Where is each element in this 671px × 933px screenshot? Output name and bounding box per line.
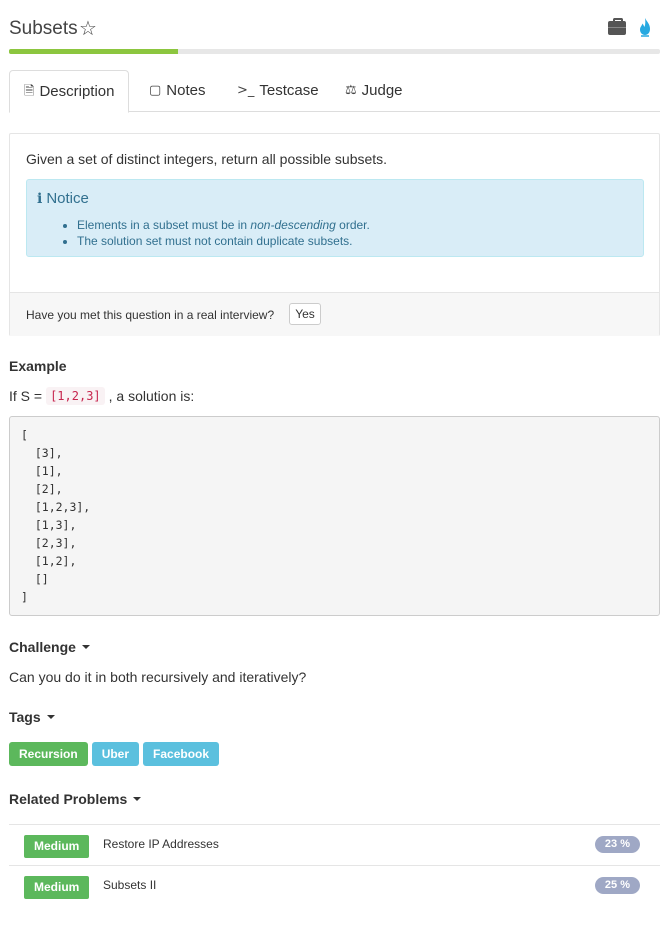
example-heading: Example [9, 358, 67, 374]
related-problem-link[interactable]: Restore IP Addresses [103, 837, 219, 851]
notice-title: Notice [46, 190, 89, 207]
tab-bar: 🗎 Description ▢ Notes >_ Testcase ⚖ Judg… [9, 70, 660, 113]
interview-question: Have you met this question in a real int… [26, 308, 275, 322]
tab-testcase[interactable]: >_ Testcase [237, 70, 319, 112]
tag-uber[interactable]: Uber [91, 742, 140, 766]
problem-title: Subsets [9, 18, 78, 39]
related-problem-link[interactable]: Subsets II [103, 878, 156, 892]
interview-footer: Have you met this question in a real int… [10, 292, 659, 336]
caret-down-icon[interactable] [46, 715, 55, 719]
challenge-text: Can you do it in both recursively and it… [9, 669, 307, 685]
tags-heading[interactable]: Tags [9, 709, 55, 725]
difficulty-badge: Medium [24, 835, 90, 858]
tab-notes[interactable]: ▢ Notes [149, 70, 205, 112]
difficulty-badge: Medium [24, 876, 90, 899]
info-icon: i [37, 190, 43, 207]
caret-down-icon[interactable] [133, 797, 142, 801]
scale-icon: ⚖ [345, 83, 357, 98]
progress-fill [9, 49, 179, 54]
problem-statement: Given a set of distinct integers, return… [26, 151, 388, 167]
tag-facebook[interactable]: Facebook [143, 742, 220, 766]
tag-recursion[interactable]: Recursion [9, 742, 88, 766]
tab-description[interactable]: 🗎 Description [9, 70, 130, 113]
tab-label: Notes [166, 82, 206, 99]
notice-header: i Notice [37, 190, 89, 207]
related-row: Medium Subsets II 25 % [9, 865, 660, 906]
description-card: Given a set of distinct integers, return… [9, 133, 660, 336]
related-row: Medium Restore IP Addresses 23 % [9, 824, 660, 865]
tag-list: Recursion Uber Facebook [9, 742, 220, 766]
acceptance-rate-badge: 23 % [594, 836, 640, 853]
note-icon: ▢ [149, 83, 162, 98]
flame-icon[interactable] [638, 17, 652, 37]
notice-item: The solution set must not contain duplic… [77, 233, 370, 249]
caret-down-icon[interactable] [81, 645, 90, 649]
related-heading[interactable]: Related Problems [9, 791, 142, 807]
tab-label: Description [39, 82, 115, 100]
document-icon: 🗎 [24, 83, 35, 99]
tab-label: Testcase [259, 82, 319, 99]
notice-list: Elements in a subset must be in non-desc… [77, 217, 370, 249]
tab-judge[interactable]: ⚖ Judge [345, 70, 403, 112]
example-set-code: [1,2,3] [46, 387, 105, 405]
progress-bar [9, 49, 660, 54]
notice-box: i Notice Elements in a subset must be in… [26, 179, 644, 257]
terminal-icon: >_ [237, 83, 255, 98]
tab-label: Judge [361, 82, 403, 99]
yes-button[interactable]: Yes [289, 303, 321, 325]
briefcase-icon[interactable] [608, 18, 626, 35]
example-code-block: [ [3], [1], [2], [1,2,3], [1,3], [2,3], … [9, 416, 660, 616]
example-intro: If S = [1,2,3] , a solution is: [9, 387, 195, 405]
star-icon[interactable]: ☆ [79, 17, 97, 41]
challenge-heading[interactable]: Challenge [9, 639, 90, 655]
acceptance-rate-badge: 25 % [594, 877, 640, 894]
notice-item: Elements in a subset must be in non-desc… [77, 217, 370, 233]
problem-header: Subsets ☆ [9, 16, 660, 44]
related-list: Medium Restore IP Addresses 23 % Medium … [9, 824, 660, 906]
